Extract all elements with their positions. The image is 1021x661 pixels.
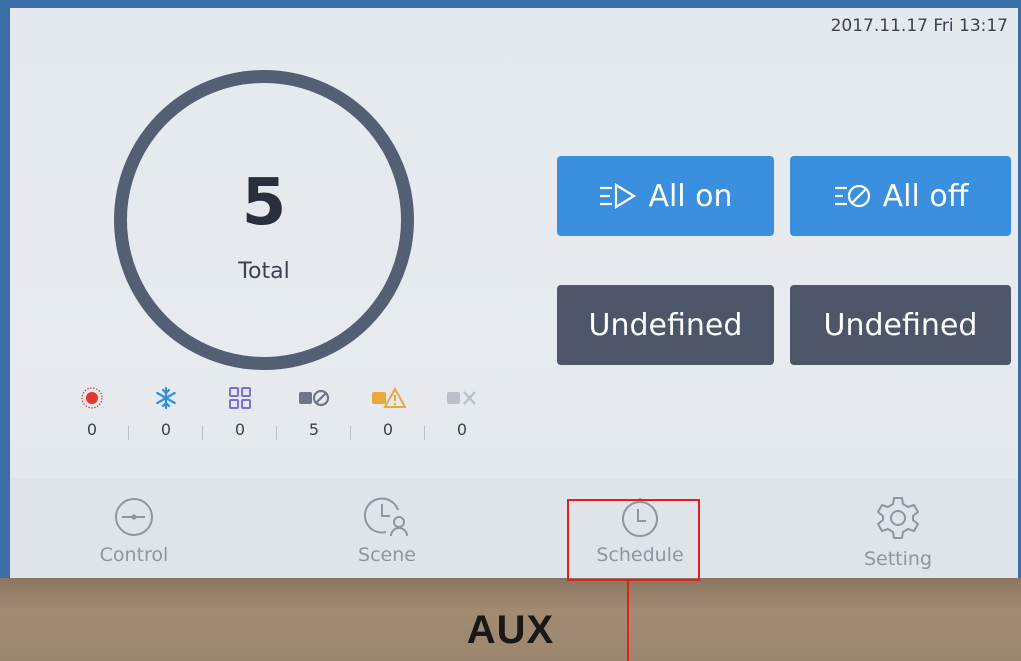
all-on-icon (600, 183, 637, 209)
scene-clock-user-icon (302, 492, 472, 542)
nav-control[interactable]: Control (49, 492, 219, 566)
highlight-box (567, 499, 700, 581)
offline-unit-icon (284, 384, 344, 412)
undefined-label-1: Undefined (588, 307, 743, 343)
divider (276, 426, 277, 440)
undefined-label-2: Undefined (823, 307, 978, 343)
divider (128, 426, 129, 440)
error-unit-icon (432, 384, 492, 412)
all-on-button[interactable]: All on (557, 156, 774, 236)
divider (350, 426, 351, 440)
nav-control-label: Control (99, 544, 169, 566)
all-off-icon (834, 184, 870, 208)
aux-logo: AUX (466, 608, 555, 652)
highlight-pointer-line (627, 581, 629, 661)
bottom-navigation: Control Scene Schedule Setting (10, 478, 1018, 578)
nav-setting[interactable]: Setting (813, 492, 983, 570)
control-icon (49, 492, 219, 542)
stat-error: 0 (432, 384, 492, 439)
undefined-button-1[interactable]: Undefined (557, 285, 774, 365)
total-ring: 5 Total (114, 70, 414, 370)
stat-warning-value: 0 (382, 420, 394, 439)
stat-grid-mode: 0 (210, 384, 270, 439)
gear-icon (813, 492, 983, 542)
all-off-button[interactable]: All off (790, 156, 1011, 236)
stat-grid-value: 0 (234, 420, 246, 439)
stat-cooling: 0 (136, 384, 196, 439)
stat-error-value: 0 (456, 420, 468, 439)
touch-screen: 2017.11.17 Fri 13:17 5 Total 0 0 0 5 0 0… (10, 8, 1018, 578)
all-on-label: All on (648, 178, 733, 214)
stat-warning: 0 (358, 384, 418, 439)
total-count: 5 (241, 166, 287, 240)
total-label: Total (238, 259, 290, 284)
heating-icon (62, 384, 122, 412)
stat-offline: 5 (284, 384, 344, 439)
grid-mode-icon (210, 384, 270, 412)
divider (424, 426, 425, 440)
nav-scene-label: Scene (358, 544, 416, 566)
nav-scene[interactable]: Scene (302, 492, 472, 566)
cooling-snowflake-icon (136, 384, 196, 412)
all-off-label: All off (882, 178, 969, 214)
warning-unit-icon (358, 384, 418, 412)
stat-offline-value: 5 (308, 420, 320, 439)
undefined-button-2[interactable]: Undefined (790, 285, 1011, 365)
nav-setting-label: Setting (863, 548, 933, 570)
divider (202, 426, 203, 440)
datetime-display: 2017.11.17 Fri 13:17 (830, 16, 1008, 36)
stat-cooling-value: 0 (160, 420, 172, 439)
status-indicators: 0 0 0 5 0 0 (62, 384, 502, 454)
stat-heating-value: 0 (86, 420, 98, 439)
stat-heating: 0 (62, 384, 122, 439)
